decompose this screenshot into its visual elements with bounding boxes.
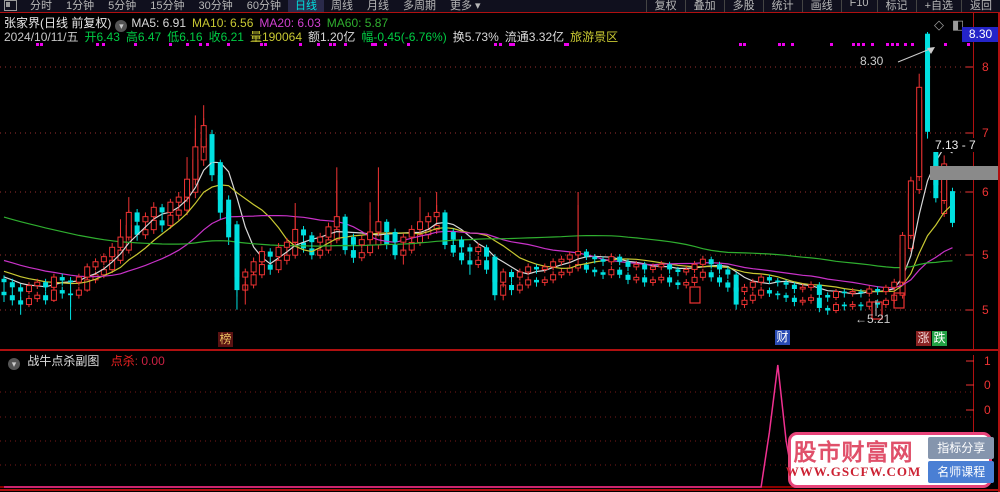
toolbar-item-F10[interactable]: F10 — [840, 0, 877, 12]
period-tab-日线[interactable]: 日线 — [288, 0, 324, 12]
toolbar-item-叠加[interactable]: 叠加 — [684, 0, 724, 12]
watermark-badges: 指标分享 名师课程 — [928, 435, 995, 485]
price-axis-label: 5 — [982, 303, 989, 317]
period-toolbar: 分时 1分钟 5分钟 15分钟 30分钟 60分钟 日线 周线 月线 多周期 更多 ▾ 复权 叠加 多股… — [0, 0, 1000, 13]
period-tab-30分钟[interactable]: 30分钟 — [192, 0, 240, 12]
toolbar-actions: 复权 叠加 多股 统计 画线 F10 标记 +自选 返回 — [645, 0, 1000, 12]
price-axis-label: 5 — [982, 248, 989, 262]
high-price-annotation: 8.30 — [860, 54, 884, 68]
low-price-annotation: ←5.21 — [855, 312, 891, 326]
price-axis-label: 7 — [982, 126, 989, 140]
period-tab-更多 ▾[interactable]: 更多 ▾ — [443, 0, 488, 12]
period-tab-周线[interactable]: 周线 — [324, 0, 360, 12]
bottom-border — [0, 489, 1000, 491]
watermark-banner: 股市财富网 WWW.GSCFW.COM 指标分享 名师课程 — [785, 432, 995, 488]
tag-zhang[interactable]: 涨 — [916, 331, 931, 346]
sub-axis-label: 0 — [984, 403, 991, 417]
price-range-tooltip: 7.13 - 7 — [933, 138, 978, 152]
watermark-title: 股市财富网 — [793, 439, 914, 465]
price-axis-label: 6 — [982, 185, 989, 199]
tag-bang[interactable]: 榜 — [218, 332, 233, 347]
watermark-badge: 指标分享 — [928, 437, 995, 459]
sub-axis-label: 1 — [984, 354, 991, 368]
tag-die[interactable]: 跌 — [932, 331, 947, 346]
watermark-url: WWW.GSCFW.COM — [785, 464, 922, 479]
toolbar-item-画线[interactable]: 画线 — [801, 0, 841, 12]
period-tab-多周期[interactable]: 多周期 — [396, 0, 443, 12]
sub-axis-label: 0 — [984, 378, 991, 392]
main-candlestick-chart[interactable] — [0, 13, 1000, 349]
toolbar-item-复权[interactable]: 复权 — [645, 0, 685, 12]
period-tab-15分钟[interactable]: 15分钟 — [143, 0, 191, 12]
trading-app-window: 分时 1分钟 5分钟 15分钟 30分钟 60分钟 日线 周线 月线 多周期 更多 ▾ 复权 叠加 多股… — [0, 0, 1000, 492]
period-tab-分时[interactable]: 分时 — [23, 0, 59, 12]
period-tab-1分钟[interactable]: 1分钟 — [59, 0, 101, 12]
axis-max-price-badge: 8.30 — [962, 27, 999, 42]
price-range-bar — [930, 166, 1000, 180]
price-axis-label: 8 — [982, 60, 989, 74]
toolbar-item-+自选[interactable]: +自选 — [915, 0, 961, 12]
period-tabs: 分时 1分钟 5分钟 15分钟 30分钟 60分钟 日线 周线 月线 多周期 更多 ▾ — [23, 0, 488, 12]
tag-cai[interactable]: 财 — [775, 330, 790, 345]
period-tab-月线[interactable]: 月线 — [360, 0, 396, 12]
window-icon[interactable] — [4, 0, 17, 11]
toolbar-item-多股[interactable]: 多股 — [723, 0, 763, 12]
toolbar-item-统计[interactable]: 统计 — [762, 0, 802, 12]
period-tab-5分钟[interactable]: 5分钟 — [101, 0, 143, 12]
toolbar-item-标记[interactable]: 标记 — [876, 0, 916, 12]
watermark-badge: 名师课程 — [928, 461, 995, 483]
period-tab-60分钟[interactable]: 60分钟 — [240, 0, 288, 12]
toolbar-item-返回[interactable]: 返回 — [961, 0, 1000, 12]
